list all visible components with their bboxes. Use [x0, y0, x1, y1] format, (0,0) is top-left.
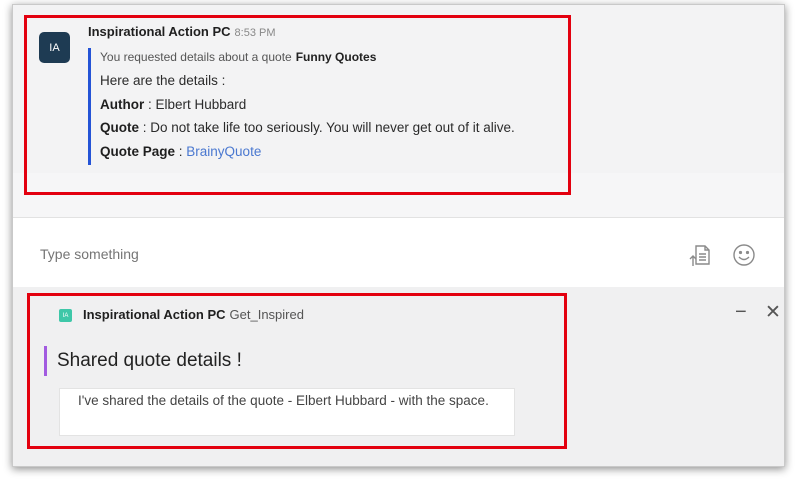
action-card: IA Inspirational Action PC Get_Inspired −… [13, 287, 784, 466]
minimize-icon[interactable]: − [735, 301, 747, 324]
author-value: : Elbert Hubbard [144, 96, 247, 112]
chat-window: IA Inspirational Action PC 8:53 PM You re… [12, 4, 785, 467]
close-icon[interactable]: ✕ [765, 301, 781, 324]
card-body: I've shared the details of the quote - E… [59, 388, 515, 436]
quote-page-link[interactable]: BrainyQuote [186, 144, 261, 159]
message-time: 8:53 PM [234, 27, 276, 39]
file-upload-icon[interactable] [687, 242, 713, 268]
quote-row: Quote : Do not take life too seriously. … [100, 116, 515, 140]
composer [13, 217, 784, 288]
card-sender-name: Inspirational Action PC [83, 307, 226, 322]
quote-value: : Do not take life too seriously. You wi… [139, 120, 515, 135]
card-title: Shared quote details ! [44, 346, 242, 376]
card-header: Inspirational Action PC Get_Inspired [83, 307, 304, 322]
bot-avatar[interactable]: IA [39, 32, 70, 63]
message-input[interactable] [40, 246, 640, 262]
card-command: Get_Inspired [229, 307, 304, 322]
message-header: Inspirational Action PC 8:53 PM [88, 24, 276, 39]
emoji-icon[interactable] [731, 242, 757, 268]
message-spacer [13, 173, 784, 217]
subtitle-name: Funny Quotes [295, 50, 377, 64]
bot-icon: IA [59, 309, 72, 322]
message-area: IA Inspirational Action PC 8:53 PM You re… [13, 5, 784, 173]
quote-page-label: Quote Page [100, 143, 176, 159]
sender-name[interactable]: Inspirational Action PC [88, 24, 231, 39]
message-subtitle: You requested details about a quote Funny… [100, 48, 515, 66]
author-row: Author : Elbert Hubbard [100, 93, 515, 117]
quote-label: Quote [100, 120, 139, 135]
author-label: Author [100, 96, 145, 112]
quote-page-row: Quote Page : BrainyQuote [100, 140, 515, 164]
details-intro: Here are the details : [100, 73, 226, 88]
subtitle-prefix: You requested details about a quote [100, 50, 292, 64]
quote-page-sep: : [175, 143, 187, 159]
quote-details-block: You requested details about a quote Funny… [88, 48, 515, 165]
